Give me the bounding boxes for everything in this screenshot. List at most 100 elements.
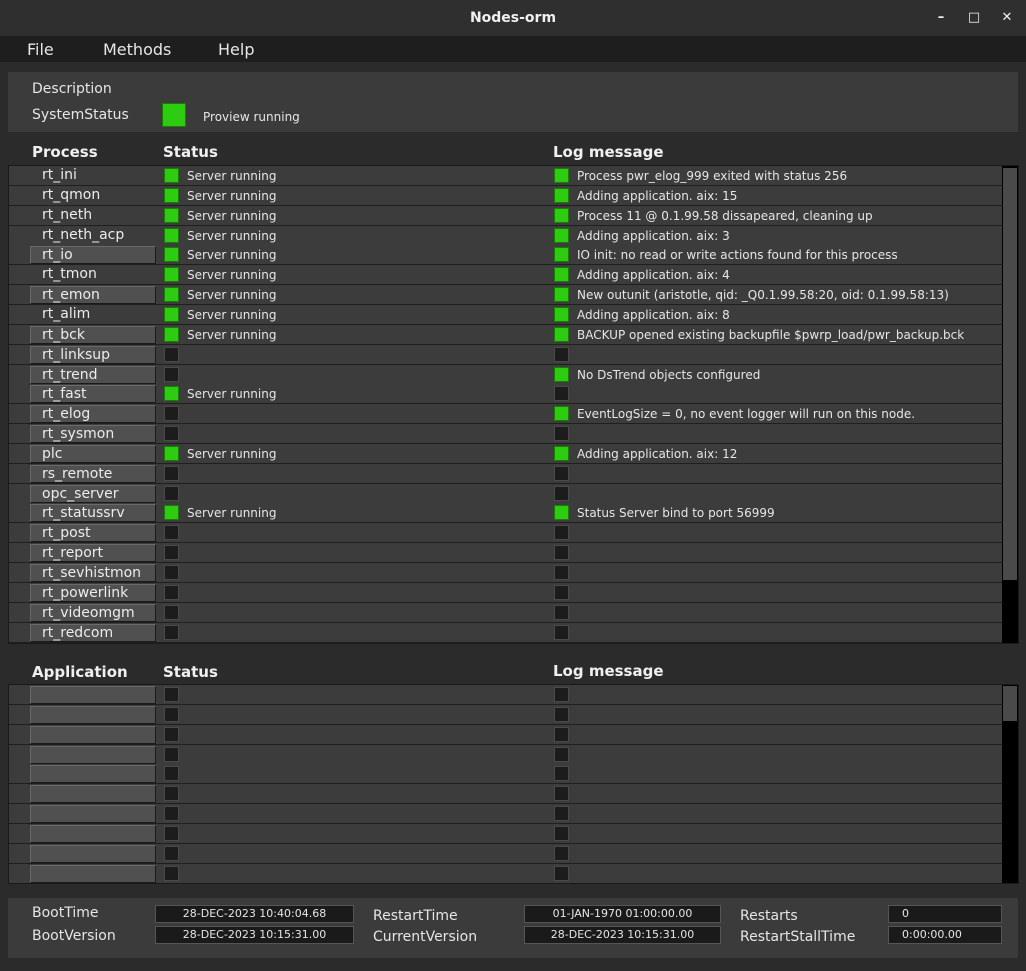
application-scroll-thumb[interactable] (1003, 686, 1017, 721)
application-row[interactable] (9, 724, 1002, 745)
log-indicator (554, 584, 569, 600)
process-row[interactable]: rt_emon Server running New outunit (aristo… (9, 285, 1002, 306)
application-name-button[interactable] (30, 805, 156, 824)
application-row[interactable] (9, 843, 1002, 864)
application-status-header: Status (163, 663, 218, 681)
process-name-button[interactable]: rt_videomgm (30, 603, 156, 622)
process-row[interactable]: rt_bck Server running BACKUP opened existi… (9, 324, 1002, 345)
process-name-button[interactable]: rt_powerlink (30, 583, 156, 602)
application-name-button[interactable] (30, 824, 156, 843)
process-name-button[interactable]: rt_emon (30, 286, 156, 305)
status-indicator (164, 227, 179, 243)
window-title: Nodes-orm (469, 10, 557, 26)
process-name-button[interactable]: rt_bck (30, 325, 156, 344)
minimize-icon[interactable]: – (931, 8, 951, 28)
process-row[interactable]: plc Server running Adding application. aix… (9, 443, 1002, 464)
process-name-button[interactable]: rt_sevhistmon (30, 564, 156, 582)
process-name: plc (42, 445, 63, 462)
process-row[interactable]: rt_elog EventLogSize = 0, no event logger… (9, 404, 1002, 425)
status-indicator (164, 207, 179, 223)
application-row[interactable] (9, 704, 1002, 725)
process-row[interactable]: rt_ini Server running Process pwr_elog_999… (9, 166, 1002, 186)
process-name: rt_elog (42, 406, 91, 423)
log-indicator (554, 267, 569, 283)
process-row[interactable]: rt_redcom (9, 622, 1002, 643)
application-table[interactable] (8, 684, 1019, 884)
application-name-button[interactable] (30, 725, 156, 744)
application-row[interactable] (9, 685, 1002, 705)
status-indicator (164, 624, 179, 640)
application-row[interactable] (9, 804, 1002, 825)
log-message: BACKUP opened existing backupfile $pwrp_… (577, 327, 965, 342)
process-name-button[interactable]: rt_redcom (30, 623, 156, 642)
menu-help[interactable]: Help (218, 40, 254, 59)
restart-time-value: 01-JAN-1970 01:00:00.00 (524, 905, 721, 923)
process-name-button[interactable]: rt_elog (30, 405, 156, 424)
application-row[interactable] (9, 863, 1002, 883)
process-row[interactable]: rt_statussrv Server running Status Server … (9, 503, 1002, 524)
process-row[interactable]: rt_neth_acp Server running Adding applicat… (9, 225, 1002, 246)
application-row[interactable] (9, 764, 1002, 785)
process-name-button[interactable]: rt_report (30, 544, 156, 563)
application-name-button[interactable] (30, 686, 156, 704)
process-row[interactable]: rt_tmon Server running Adding application.… (9, 265, 1002, 286)
process-name-button[interactable]: rt_post (30, 524, 156, 543)
application-name-button[interactable] (30, 785, 156, 804)
menu-file[interactable]: File (27, 40, 54, 59)
process-row[interactable]: rt_fast Server running (9, 384, 1002, 405)
application-row[interactable] (9, 744, 1002, 765)
log-indicator (554, 865, 569, 881)
menu-methods[interactable]: Methods (103, 40, 171, 59)
close-icon[interactable]: ✕ (997, 8, 1017, 28)
process-name: rt_linksup (42, 346, 111, 363)
application-name-button[interactable] (30, 745, 156, 764)
process-row[interactable]: opc_server (9, 483, 1002, 504)
process-table[interactable]: rt_ini Server running Process pwr_elog_999… (8, 165, 1019, 644)
process-name-button[interactable]: plc (30, 444, 156, 463)
process-name-button[interactable]: rt_linksup (30, 345, 156, 364)
process-name-button[interactable]: rt_io (30, 246, 156, 265)
status-text: Server running (187, 506, 277, 521)
process-row[interactable]: rt_sevhistmon (9, 563, 1002, 583)
process-name-button[interactable]: rs_remote (30, 464, 156, 483)
process-row[interactable]: rt_linksup (9, 344, 1002, 365)
restart-stall-time-label: RestartStallTime (740, 929, 856, 945)
status-indicator (164, 706, 179, 722)
process-name-button[interactable]: rt_statussrv (30, 504, 156, 523)
log-indicator (554, 806, 569, 822)
application-row[interactable] (9, 823, 1002, 844)
process-row[interactable]: rt_powerlink (9, 582, 1002, 603)
process-row[interactable]: rt_io Server running IO init: no read or w… (9, 245, 1002, 266)
process-row[interactable]: rt_post (9, 523, 1002, 544)
process-name-button[interactable]: rt_trend (30, 365, 156, 384)
process-row[interactable]: rt_qmon Server running Adding application.… (9, 185, 1002, 206)
boot-version-label: BootVersion (32, 928, 116, 944)
process-row[interactable]: rt_trend No DsTrend objects configured (9, 364, 1002, 385)
process-name-button[interactable]: opc_server (30, 484, 156, 503)
application-row[interactable] (9, 784, 1002, 805)
process-name-button[interactable]: rt_fast (30, 385, 156, 404)
status-indicator (164, 525, 179, 541)
process-row[interactable]: rt_alim Server running Adding application.… (9, 304, 1002, 325)
status-indicator (164, 845, 179, 861)
application-scrollbar[interactable] (1002, 685, 1018, 883)
process-row[interactable]: rs_remote (9, 463, 1002, 484)
process-row[interactable]: rt_report (9, 543, 1002, 564)
log-indicator (554, 306, 569, 322)
log-message: Status Server bind to port 56999 (577, 506, 775, 521)
process-name-button[interactable]: rt_sysmon (30, 425, 156, 444)
process-row[interactable]: rt_sysmon (9, 424, 1002, 445)
application-name-button[interactable] (30, 765, 156, 784)
process-scrollbar[interactable] (1002, 166, 1018, 643)
application-name-button[interactable] (30, 705, 156, 724)
application-name-button[interactable] (30, 844, 156, 863)
log-message: Adding application. aix: 8 (577, 307, 730, 322)
maximize-icon[interactable]: □ (964, 8, 984, 28)
process-row[interactable]: rt_neth Server running Process 11 @ 0.1.99… (9, 205, 1002, 226)
status-indicator (164, 786, 179, 802)
boot-time-label: BootTime (32, 905, 99, 921)
status-indicator (164, 565, 179, 580)
process-scroll-thumb[interactable] (1003, 168, 1017, 580)
application-name-button[interactable] (30, 864, 156, 883)
process-row[interactable]: rt_videomgm (9, 602, 1002, 623)
